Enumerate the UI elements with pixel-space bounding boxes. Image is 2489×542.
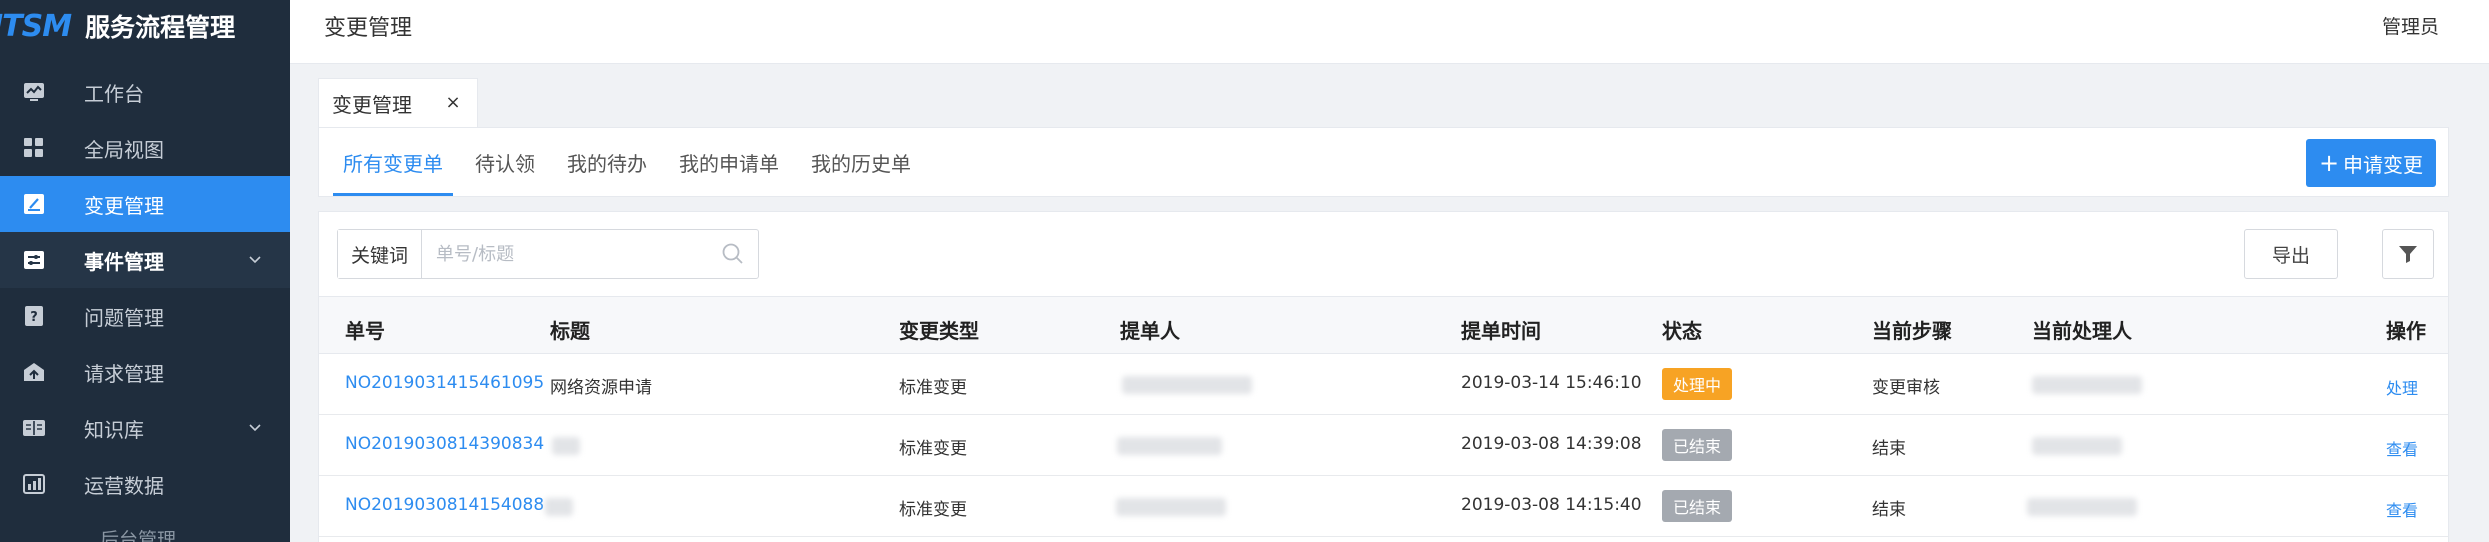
col-header-id: 单号 [345, 319, 385, 343]
submit-time: 2019-03-08 14:39:08 [1461, 434, 1642, 454]
sidebar-item-label: 请求管理 [84, 361, 164, 386]
sidebar: ITSM 服务流程管理 工作台 全局视图 变更管理 事件管理 [0, 0, 290, 542]
redacted-submitter [1117, 437, 1222, 455]
table-header: 单号 标题 变更类型 提单人 提单时间 状态 当前步骤 当前处理人 操作 [319, 296, 2448, 354]
submit-time: 2019-03-08 14:15:40 [1461, 495, 1642, 515]
chevron-down-icon [249, 424, 261, 432]
current-step: 结束 [1872, 500, 1906, 520]
brand-logo: ITSM [0, 8, 72, 44]
col-header-action: 操作 [2386, 319, 2426, 343]
redacted-handler [2032, 376, 2142, 394]
col-header-step: 当前步骤 [1872, 319, 1952, 343]
search-input[interactable] [422, 230, 720, 278]
brand: ITSM 服务流程管理 [0, 0, 290, 52]
user-menu[interactable]: 管理员 [2382, 12, 2439, 39]
ticket-id-link[interactable]: NO2019030814154088 [345, 495, 544, 515]
sidebar-item-workbench[interactable]: 工作台 [0, 64, 290, 120]
export-button[interactable]: 导出 [2244, 229, 2338, 279]
tab-my-history[interactable]: 我的历史单 [811, 128, 911, 196]
header: 变更管理 管理员 [290, 0, 2489, 64]
ticket-title: 网络资源申请 [550, 378, 652, 398]
redacted-handler [2027, 498, 2137, 516]
sidebar-item-problem-management[interactable]: ? 问题管理 [0, 288, 290, 344]
sidebar-item-operations-data[interactable]: 运营数据 [0, 456, 290, 512]
apply-change-button[interactable]: + 申请变更 [2306, 139, 2436, 187]
redacted-submitter [1116, 498, 1226, 516]
chart-icon [22, 472, 46, 496]
col-header-status: 状态 [1662, 319, 1702, 343]
edit-icon [22, 192, 46, 216]
table-row: NO2019030814390834 标准变更 2019-03-08 14:39… [319, 415, 2448, 476]
search-icon[interactable] [720, 241, 746, 267]
apply-change-label: 申请变更 [2343, 152, 2424, 177]
col-header-handler: 当前处理人 [2032, 319, 2132, 343]
tabs-panel: 所有变更单 待认领 我的待办 我的申请单 我的历史单 + 申请变更 [318, 127, 2449, 197]
col-header-type: 变更类型 [899, 319, 979, 343]
sidebar-item-label: 知识库 [84, 417, 144, 442]
search-keyword-label: 关键词 [338, 230, 422, 278]
dashboard-icon [22, 80, 46, 104]
redacted-submitter [1122, 376, 1252, 394]
tab-my-applications[interactable]: 我的申请单 [679, 128, 779, 196]
page-title: 变更管理 [324, 16, 413, 41]
sidebar-menu: 工作台 全局视图 变更管理 事件管理 ? 问题管理 请求管理 知识库 运营数据 … [0, 64, 290, 542]
redacted-handler [2032, 437, 2122, 455]
change-type: 标准变更 [899, 439, 967, 459]
tab-all-changes[interactable]: 所有变更单 [333, 128, 453, 196]
brand-title: 服务流程管理 [85, 13, 236, 42]
sidebar-item-label: 问题管理 [84, 305, 164, 330]
ticket-id-link[interactable]: NO2019030814390834 [345, 434, 544, 454]
view-action-link[interactable]: 查看 [2386, 497, 2418, 521]
tab-my-todo[interactable]: 我的待办 [567, 128, 647, 196]
col-header-submitter: 提单人 [1120, 319, 1180, 343]
status-badge: 处理中 [1662, 368, 1733, 400]
table-panel: 关键词 导出 单号 标题 变更类型 提单人 提单时间 状态 当前步骤 当前处理人… [318, 211, 2449, 542]
sidebar-item-knowledge-base[interactable]: 知识库 [0, 400, 290, 456]
sidebar-item-label: 运营数据 [84, 473, 164, 498]
close-icon[interactable]: × [443, 92, 463, 113]
plus-icon: + [2318, 149, 2340, 177]
table-row: NO2019030814154088 标准变更 2019-03-08 14:15… [319, 476, 2448, 537]
sidebar-item-label: 变更管理 [84, 193, 164, 218]
sidebar-item-incident-management[interactable]: 事件管理 [0, 232, 290, 288]
col-header-submit-time: 提单时间 [1461, 319, 1541, 343]
current-step: 结束 [1872, 439, 1906, 459]
change-type: 标准变更 [899, 378, 967, 398]
ticket-id-link[interactable]: NO2019031415461095 [345, 373, 544, 393]
col-header-title: 标题 [550, 319, 590, 343]
search-box: 关键词 [337, 229, 759, 279]
tab-to-claim[interactable]: 待认领 [475, 128, 535, 196]
sidebar-item-label: 事件管理 [84, 249, 164, 274]
sidebar-item-label: 全局视图 [84, 137, 164, 162]
change-type: 标准变更 [899, 500, 967, 520]
tab-list: 所有变更单 待认领 我的待办 我的申请单 我的历史单 [333, 128, 943, 196]
sidebar-item-change-management[interactable]: 变更管理 [0, 176, 290, 232]
sidebar-subitem-admin[interactable]: 后台管理 [0, 512, 290, 542]
book-icon [22, 416, 46, 440]
grid-icon [22, 136, 46, 160]
filter-button[interactable] [2382, 229, 2434, 279]
table-row: NO2019031415461095 网络资源申请 标准变更 2019-03-1… [319, 354, 2448, 415]
status-badge: 已结束 [1662, 490, 1733, 522]
redacted-title [552, 437, 580, 455]
sliders-icon [22, 248, 46, 272]
sidebar-item-global-view[interactable]: 全局视图 [0, 120, 290, 176]
svg-text:?: ? [30, 310, 38, 325]
sidebar-item-request-management[interactable]: 请求管理 [0, 344, 290, 400]
upload-box-icon [22, 360, 46, 384]
submit-time: 2019-03-14 15:46:10 [1461, 373, 1642, 393]
view-action-link[interactable]: 查看 [2386, 436, 2418, 460]
redacted-title [545, 498, 573, 516]
status-badge: 已结束 [1662, 429, 1733, 461]
handle-action-link[interactable]: 处理 [2386, 375, 2418, 399]
question-icon: ? [22, 304, 46, 328]
current-step: 变更审核 [1872, 378, 1940, 398]
filter-icon [2399, 246, 2417, 263]
tab-tag-change-management[interactable]: 变更管理 × [318, 78, 478, 128]
sidebar-item-label: 工作台 [84, 81, 144, 106]
chevron-down-icon [249, 256, 261, 264]
tag-label: 变更管理 [332, 93, 412, 117]
